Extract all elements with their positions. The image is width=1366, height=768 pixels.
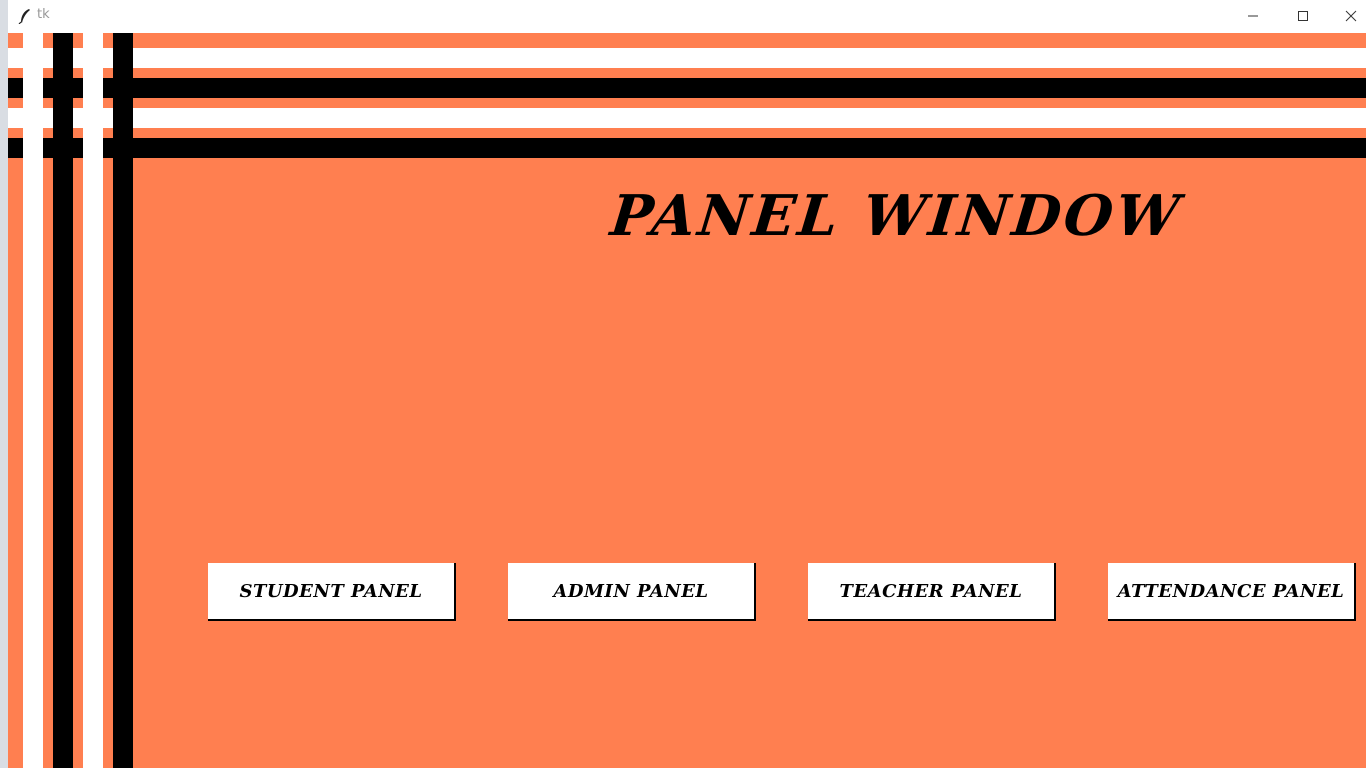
close-icon bbox=[1345, 10, 1357, 22]
admin-panel-button[interactable]: ADMIN PANEL bbox=[508, 563, 756, 621]
page-title: PANEL WINDOW bbox=[607, 183, 1186, 249]
stripe-white-top-2 bbox=[8, 108, 1366, 128]
title-bar[interactable]: tk bbox=[8, 0, 1366, 32]
maximize-button[interactable] bbox=[1280, 0, 1326, 32]
feather-icon bbox=[18, 9, 30, 24]
stripe-black-left-1 bbox=[53, 33, 73, 768]
stripe-white-top-1 bbox=[8, 48, 1366, 68]
stripe-black-left-2 bbox=[113, 33, 133, 768]
student-panel-button[interactable]: STUDENT PANEL bbox=[208, 563, 456, 621]
maximize-icon bbox=[1298, 11, 1308, 21]
minimize-button[interactable] bbox=[1230, 0, 1276, 32]
stripe-white-left-1 bbox=[23, 33, 43, 768]
stripe-black-top-1 bbox=[8, 78, 1366, 98]
close-button[interactable] bbox=[1328, 0, 1366, 32]
panel-canvas: PANEL WINDOW STUDENT PANEL ADMIN PANEL T… bbox=[8, 33, 1366, 768]
stripe-black-top-2 bbox=[8, 138, 1366, 158]
teacher-panel-button[interactable]: TEACHER PANEL bbox=[808, 563, 1056, 621]
attendance-panel-button[interactable]: ATTENDANCE PANEL bbox=[1108, 563, 1356, 621]
stripe-white-left-2 bbox=[83, 33, 103, 768]
desktop-edge bbox=[0, 0, 8, 768]
minimize-icon bbox=[1248, 15, 1258, 17]
tk-window: tk PANEL WINDOW STUDENT PANEL ADMIN PANE… bbox=[0, 0, 1366, 768]
window-title: tk bbox=[37, 7, 50, 22]
